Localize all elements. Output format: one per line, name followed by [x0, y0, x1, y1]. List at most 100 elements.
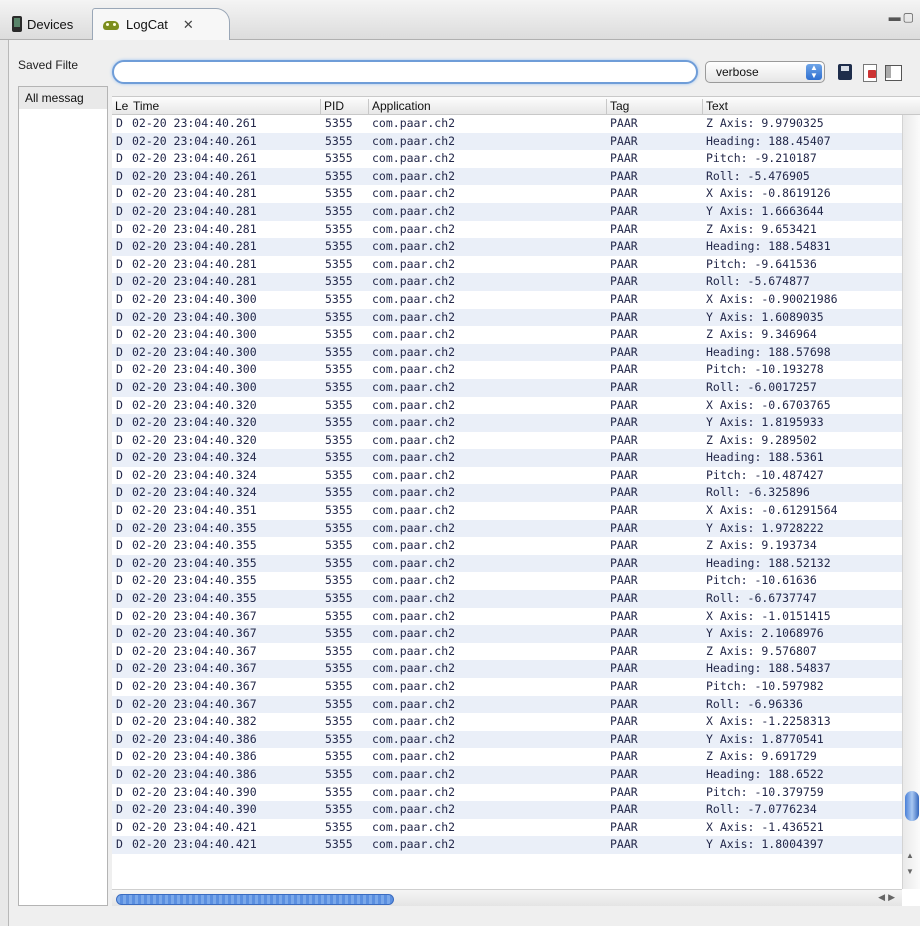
- table-row[interactable]: D 02-20 23:04:40.300 5355 com.paar.ch2 PAAR P…: [112, 361, 902, 379]
- cell-tag: PAAR: [610, 116, 638, 130]
- col-header-text[interactable]: Text: [702, 99, 920, 114]
- table-row[interactable]: D 02-20 23:04:40.386 5355 com.paar.ch2 PAAR Z…: [112, 748, 902, 766]
- cell-pid: 5355: [325, 819, 353, 834]
- cell-tag: PAAR: [610, 731, 638, 746]
- cell-pid: 5355: [325, 415, 353, 430]
- cell-application: com.paar.ch2: [372, 714, 456, 729]
- cell-tag: PAAR: [610, 802, 638, 817]
- col-header-application[interactable]: Application: [368, 99, 606, 114]
- cell-time: 02-20 23:04:40.300: [132, 327, 257, 342]
- table-row[interactable]: D 02-20 23:04:40.390 5355 com.paar.ch2 PAAR P…: [112, 783, 902, 802]
- log-level-select[interactable]: verbose ▲ ▼: [705, 61, 825, 83]
- table-row[interactable]: D 02-20 23:04:40.261 5355 com.paar.ch2 PAAR P…: [112, 150, 902, 168]
- cell-pid: 5355: [325, 291, 353, 306]
- col-header-level[interactable]: Le: [112, 99, 130, 114]
- table-row[interactable]: D 02-20 23:04:40.421 5355 com.paar.ch2 PAAR Y…: [112, 836, 902, 854]
- cell-level: D: [116, 661, 123, 676]
- cell-application: com.paar.ch2: [372, 731, 456, 746]
- table-row[interactable]: D 02-20 23:04:40.386 5355 com.paar.ch2 PAAR H…: [112, 765, 902, 784]
- tab-logcat[interactable]: LogCat ✕: [92, 8, 230, 40]
- cell-time: 02-20 23:04:40.390: [132, 784, 257, 799]
- table-row[interactable]: D 02-20 23:04:40.367 5355 com.paar.ch2 PAAR Z…: [112, 642, 902, 661]
- cell-pid: 5355: [325, 573, 353, 588]
- cell-application: com.paar.ch2: [372, 538, 456, 553]
- save-icon[interactable]: [836, 63, 854, 81]
- cell-text: Y Axis: 1.6663644: [706, 203, 824, 218]
- cell-application: com.paar.ch2: [372, 186, 456, 201]
- toggle-filters-icon[interactable]: [884, 63, 902, 81]
- cell-level: D: [116, 714, 123, 729]
- cell-text: X Axis: -0.6703765: [706, 397, 831, 412]
- cell-level: D: [116, 520, 123, 535]
- table-row[interactable]: D 02-20 23:04:40.386 5355 com.paar.ch2 PAAR Y…: [112, 730, 902, 749]
- col-header-pid[interactable]: PID: [320, 99, 370, 114]
- table-row[interactable]: D 02-20 23:04:40.367 5355 com.paar.ch2 PAAR R…: [112, 695, 902, 714]
- minimize-maximize-icon[interactable]: ▬▢: [889, 10, 916, 24]
- search-input[interactable]: [112, 60, 698, 84]
- cell-text: Z Axis: 9.576807: [706, 643, 817, 658]
- table-row[interactable]: D 02-20 23:04:40.355 5355 com.paar.ch2 PAAR R…: [112, 590, 902, 608]
- cell-level: D: [116, 309, 123, 324]
- cell-level: D: [116, 591, 123, 606]
- cell-text: Y Axis: 1.8770541: [706, 731, 824, 746]
- table-row[interactable]: D 02-20 23:04:40.324 5355 com.paar.ch2 PAAR R…: [112, 484, 902, 503]
- vertical-scrollbar[interactable]: ▲ ▼: [902, 115, 920, 889]
- cell-pid: 5355: [325, 432, 353, 447]
- table-row[interactable]: D 02-20 23:04:40.300 5355 com.paar.ch2 PAAR Z…: [112, 326, 902, 344]
- cell-pid: 5355: [325, 362, 353, 377]
- table-row[interactable]: D 02-20 23:04:40.421 5355 com.paar.ch2 PAAR X…: [112, 818, 902, 837]
- table-row[interactable]: D 02-20 23:04:40.281 5355 com.paar.ch2 PAAR Z…: [112, 220, 902, 239]
- tab-devices[interactable]: Devices: [4, 8, 81, 40]
- table-row[interactable]: D 02-20 23:04:40.281 5355 com.paar.ch2 PAAR P…: [112, 255, 902, 274]
- table-row[interactable]: D 02-20 23:04:40.390 5355 com.paar.ch2 PAAR R…: [112, 801, 902, 819]
- table-row[interactable]: D 02-20 23:04:40.261 5355 com.paar.ch2 PAAR R…: [112, 167, 902, 186]
- table-row[interactable]: D 02-20 23:04:40.367 5355 com.paar.ch2 PAAR Y…: [112, 625, 902, 643]
- table-row[interactable]: D 02-20 23:04:40.281 5355 com.paar.ch2 PAAR R…: [112, 273, 902, 291]
- table-row[interactable]: D 02-20 23:04:40.382 5355 com.paar.ch2 PAAR X…: [112, 713, 902, 731]
- table-row[interactable]: D 02-20 23:04:40.320 5355 com.paar.ch2 PAAR Y…: [112, 414, 902, 432]
- cell-level: D: [116, 696, 123, 711]
- cell-pid: 5355: [325, 714, 353, 729]
- table-row[interactable]: D 02-20 23:04:40.367 5355 com.paar.ch2 PAAR P…: [112, 678, 902, 696]
- table-row[interactable]: D 02-20 23:04:40.281 5355 com.paar.ch2 PAAR H…: [112, 238, 902, 256]
- table-row[interactable]: D 02-20 23:04:40.281 5355 com.paar.ch2 PAAR X…: [112, 185, 902, 203]
- cell-time: 02-20 23:04:40.367: [132, 661, 257, 676]
- col-header-tag[interactable]: Tag: [606, 99, 702, 114]
- table-row[interactable]: D 02-20 23:04:40.367 5355 com.paar.ch2 PAAR X…: [112, 607, 902, 626]
- cell-tag: PAAR: [610, 591, 638, 606]
- table-row[interactable]: D 02-20 23:04:40.367 5355 com.paar.ch2 PAAR H…: [112, 660, 902, 678]
- scroll-left-right-icon[interactable]: ◀▶: [878, 892, 898, 903]
- horizontal-scrollbar[interactable]: ◀▶: [112, 889, 902, 906]
- cell-application: com.paar.ch2: [372, 643, 456, 658]
- table-row[interactable]: D 02-20 23:04:40.300 5355 com.paar.ch2 PAAR X…: [112, 290, 902, 309]
- scroll-down-icon[interactable]: ▼: [906, 867, 914, 876]
- table-row[interactable]: D 02-20 23:04:40.355 5355 com.paar.ch2 PAAR H…: [112, 554, 902, 573]
- table-row[interactable]: D 02-20 23:04:40.324 5355 com.paar.ch2 PAAR P…: [112, 466, 902, 485]
- cell-level: D: [116, 485, 123, 500]
- table-row[interactable]: D 02-20 23:04:40.351 5355 com.paar.ch2 PAAR X…: [112, 502, 902, 520]
- horizontal-scroll-thumb[interactable]: [116, 894, 394, 905]
- table-row[interactable]: D 02-20 23:04:40.300 5355 com.paar.ch2 PAAR H…: [112, 343, 902, 362]
- clear-log-icon[interactable]: [860, 63, 878, 82]
- close-icon[interactable]: ✕: [183, 17, 194, 33]
- table-row[interactable]: D 02-20 23:04:40.261 5355 com.paar.ch2 PAAR Z…: [112, 115, 902, 133]
- cell-time: 02-20 23:04:40.367: [132, 679, 257, 693]
- tab-devices-label: Devices: [27, 16, 74, 32]
- table-row[interactable]: D 02-20 23:04:40.355 5355 com.paar.ch2 PAAR Z…: [112, 537, 902, 555]
- col-header-time[interactable]: Time: [130, 99, 320, 114]
- table-row[interactable]: D 02-20 23:04:40.324 5355 com.paar.ch2 PAAR H…: [112, 449, 902, 467]
- table-row[interactable]: D 02-20 23:04:40.320 5355 com.paar.ch2 PAAR Z…: [112, 431, 902, 450]
- table-row[interactable]: D 02-20 23:04:40.320 5355 com.paar.ch2 PAAR X…: [112, 396, 902, 415]
- table-row[interactable]: D 02-20 23:04:40.355 5355 com.paar.ch2 PAAR P…: [112, 572, 902, 591]
- table-row[interactable]: D 02-20 23:04:40.281 5355 com.paar.ch2 PAAR Y…: [112, 202, 902, 221]
- vertical-scroll-thumb[interactable]: [905, 791, 919, 821]
- table-row[interactable]: D 02-20 23:04:40.261 5355 com.paar.ch2 PAAR H…: [112, 132, 902, 151]
- scroll-up-icon[interactable]: ▲: [906, 851, 914, 860]
- table-row[interactable]: D 02-20 23:04:40.300 5355 com.paar.ch2 PAAR R…: [112, 378, 902, 397]
- cell-text: Pitch: -9.210187: [706, 151, 817, 166]
- cell-text: Heading: 188.54837: [706, 661, 831, 676]
- filter-item-all-messages[interactable]: All messag: [19, 87, 107, 109]
- cell-time: 02-20 23:04:40.421: [132, 819, 257, 834]
- table-row[interactable]: D 02-20 23:04:40.355 5355 com.paar.ch2 PAAR Y…: [112, 519, 902, 538]
- table-row[interactable]: D 02-20 23:04:40.300 5355 com.paar.ch2 PAAR Y…: [112, 308, 902, 327]
